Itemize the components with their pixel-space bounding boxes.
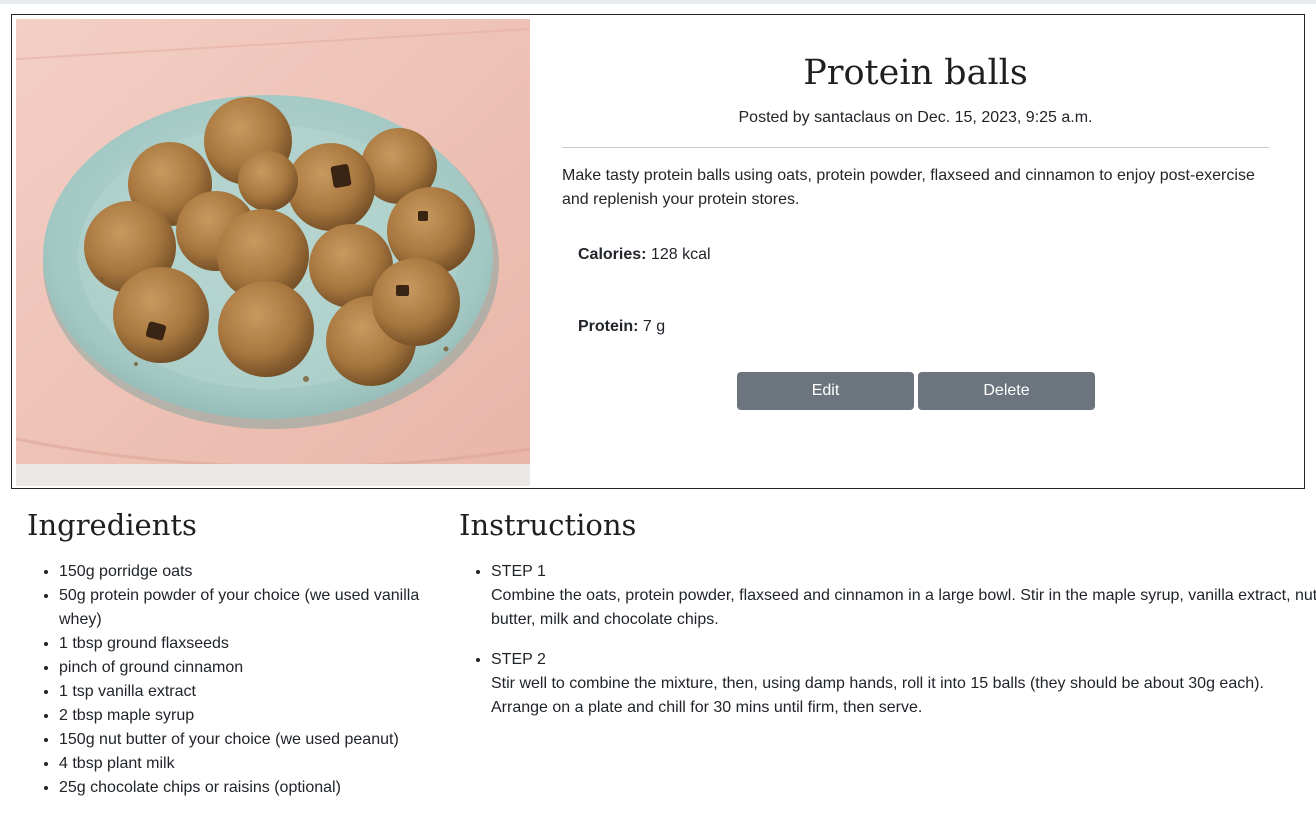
edit-button[interactable]: Edit <box>737 372 914 410</box>
calories-label: Calories: <box>578 246 647 263</box>
instruction-step: STEP 1 Combine the oats, protein powder,… <box>491 560 1316 632</box>
instructions-heading: Instructions <box>459 508 637 542</box>
recipe-title: Protein balls <box>803 53 1028 93</box>
step-title: STEP 2 <box>491 651 546 668</box>
list-item: 1 tsp vanilla extract <box>59 680 459 704</box>
list-item: 4 tbsp plant milk <box>59 752 459 776</box>
ingredients-heading: Ingredients <box>27 508 197 542</box>
protein-label: Protein: <box>578 318 639 335</box>
list-item: 150g nut butter of your choice (we used … <box>59 728 459 752</box>
calories-value: 128 kcal <box>650 246 711 263</box>
list-item: 50g protein powder of your choice (we us… <box>59 584 459 632</box>
calories-stat: Calories: 128 kcal <box>578 246 711 264</box>
posted-by: Posted by santaclaus on Dec. 15, 2023, 9… <box>738 109 1093 126</box>
step-title: STEP 1 <box>491 563 546 580</box>
protein-value: 7 g <box>642 318 666 335</box>
list-item: 25g chocolate chips or raisins (optional… <box>59 776 459 800</box>
recipe-image <box>16 19 530 486</box>
step-text: Combine the oats, protein powder, flaxse… <box>491 587 1316 628</box>
ingredients-list: 150g porridge oats 50g protein powder of… <box>27 560 459 800</box>
delete-button[interactable]: Delete <box>918 372 1095 410</box>
instructions-list: STEP 1 Combine the oats, protein powder,… <box>459 560 1316 736</box>
top-border <box>0 0 1316 4</box>
instruction-step: STEP 2 Stir well to combine the mixture,… <box>491 648 1316 720</box>
list-item: 150g porridge oats <box>59 560 459 584</box>
list-item: 1 tbsp ground flaxseeds <box>59 632 459 656</box>
recipe-card: Protein balls Posted by santaclaus on De… <box>11 14 1305 489</box>
list-item: pinch of ground cinnamon <box>59 656 459 680</box>
recipe-description: Make tasty protein balls using oats, pro… <box>562 167 1255 208</box>
step-text: Stir well to combine the mixture, then, … <box>491 675 1264 716</box>
list-item: 2 tbsp maple syrup <box>59 704 459 728</box>
divider <box>562 147 1269 148</box>
protein-balls-photo <box>16 19 530 486</box>
protein-stat: Protein: 7 g <box>578 318 665 336</box>
recipe-info: Protein balls Posted by santaclaus on De… <box>562 15 1269 488</box>
